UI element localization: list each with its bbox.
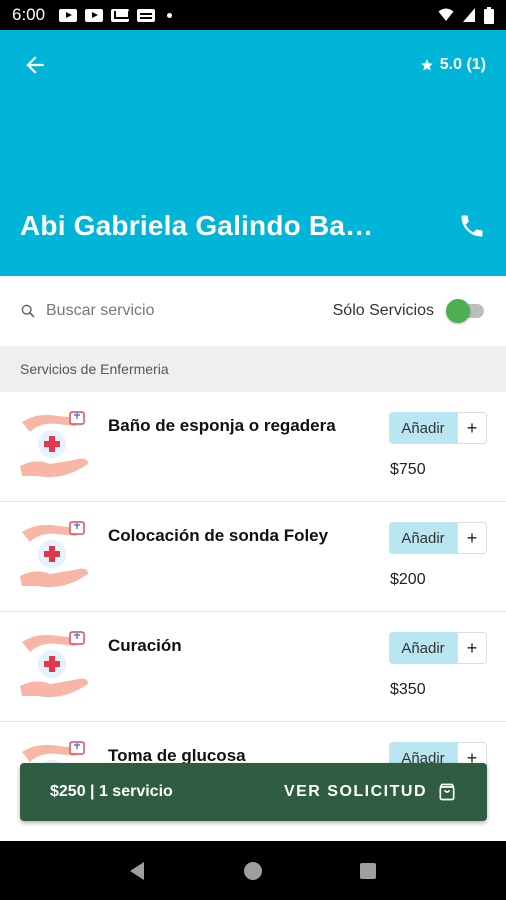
news-icon xyxy=(137,8,156,22)
cart-summary: $250 | 1 servicio xyxy=(50,783,173,800)
service-price: $350 xyxy=(390,681,426,698)
nav-back-icon[interactable] xyxy=(126,859,150,883)
search-input[interactable] xyxy=(46,302,246,320)
plus-button[interactable]: + xyxy=(457,522,487,554)
add-button[interactable]: Añadir xyxy=(389,412,457,444)
star-icon xyxy=(420,59,433,71)
signal-icon xyxy=(463,8,475,22)
search-icon xyxy=(21,304,35,318)
rating-value: 5.0 (1) xyxy=(439,56,486,73)
provider-name: Abi Gabriela Galindo Ba… xyxy=(20,210,374,241)
system-navigation-bar xyxy=(0,841,506,900)
plus-button[interactable]: + xyxy=(457,412,487,444)
service-price: $200 xyxy=(390,571,426,588)
back-arrow-icon[interactable] xyxy=(22,52,48,78)
shopping-bag-icon xyxy=(439,783,455,801)
system-icons xyxy=(438,6,494,24)
add-button[interactable]: Añadir xyxy=(389,632,457,664)
nursing-care-icon xyxy=(20,631,88,698)
gmail-icon xyxy=(111,8,131,22)
service-item: Colocación de sonda Foley Añadir + $200 xyxy=(0,502,506,612)
view-request-label: VER SOLICITUD xyxy=(283,783,427,800)
service-name: Colocación de sonda Foley xyxy=(108,526,329,545)
only-services-toggle[interactable] xyxy=(446,299,486,323)
nursing-care-icon xyxy=(20,411,88,478)
battery-icon xyxy=(484,6,494,24)
only-services-filter: Sólo Servicios xyxy=(333,299,486,323)
status-time: 6:00 xyxy=(12,5,46,24)
section-header: Servicios de Enfermeria xyxy=(0,346,506,392)
wifi-icon xyxy=(438,8,454,21)
service-item: Curación Añadir + $350 xyxy=(0,612,506,722)
nursing-care-icon xyxy=(20,521,88,588)
add-button[interactable]: Añadir xyxy=(389,522,457,554)
view-request-bar[interactable]: $250 | 1 servicio VER SOLICITUD xyxy=(20,763,487,821)
list-bottom-spacer xyxy=(0,821,506,841)
service-name: Baño de esponja o regadera xyxy=(108,416,336,435)
nav-recents-icon[interactable] xyxy=(356,859,380,883)
add-control: Añadir + xyxy=(389,522,487,554)
notification-icons xyxy=(59,8,173,22)
search-row: Sólo Servicios xyxy=(0,276,506,346)
phone-icon[interactable] xyxy=(458,212,486,240)
only-services-label: Sólo Servicios xyxy=(332,302,434,319)
more-notifications-icon xyxy=(167,12,173,18)
plus-button[interactable]: + xyxy=(457,632,487,664)
toggle-knob xyxy=(446,299,470,323)
add-control: Añadir + xyxy=(389,632,487,664)
service-name: Curación xyxy=(108,636,182,655)
add-control: Añadir + xyxy=(389,412,487,444)
nav-home-icon[interactable] xyxy=(241,859,265,883)
service-item: Baño de esponja o regadera Añadir + $750 xyxy=(0,392,506,502)
provider-header: 5.0 (1) Abi Gabriela Galindo Ba… xyxy=(0,30,506,276)
view-request-button[interactable]: VER SOLICITUD xyxy=(284,782,457,802)
service-price: $750 xyxy=(390,461,426,478)
rating: 5.0 (1) xyxy=(420,56,486,74)
status-bar: 6:00 xyxy=(0,0,506,30)
youtube-icon xyxy=(59,8,78,22)
youtube-icon xyxy=(85,8,104,22)
